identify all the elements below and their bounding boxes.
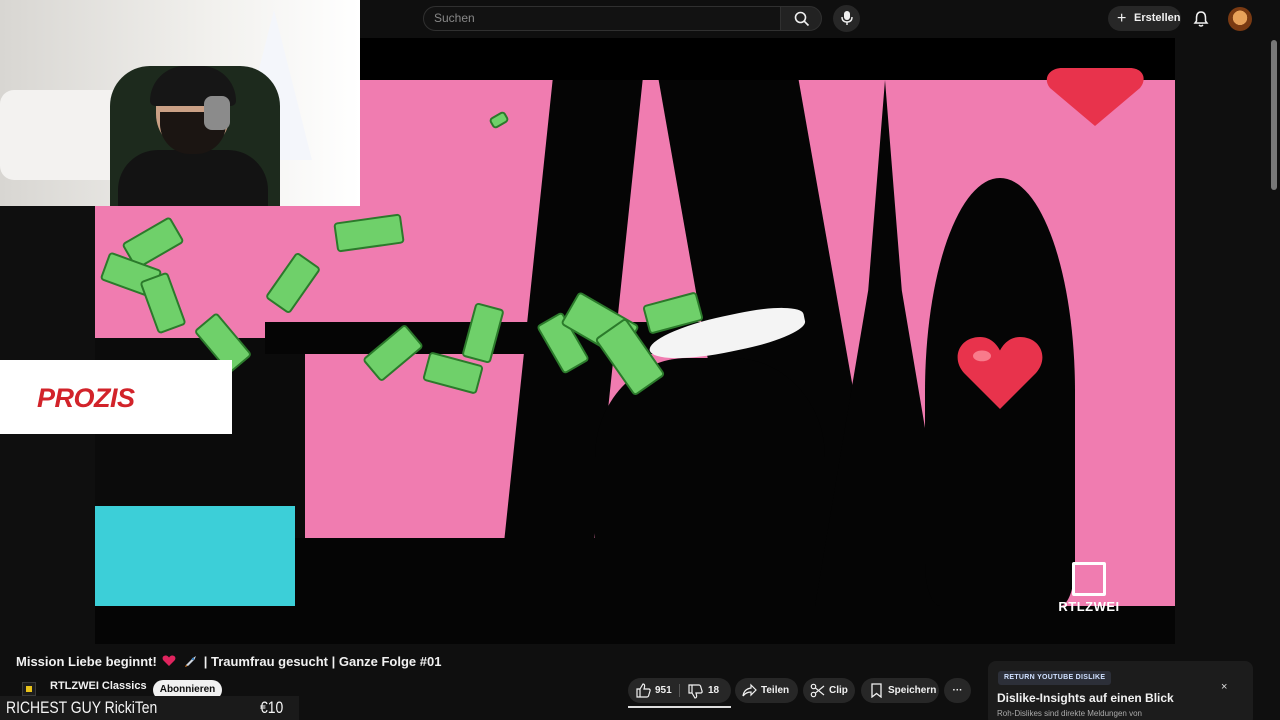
cathedral-silhouette xyxy=(595,358,825,606)
headset-icon xyxy=(204,96,230,130)
donor-name: RICHEST GUY RickiTen xyxy=(6,698,158,717)
donation-ticker: RICHEST GUY RickiTen €10 xyxy=(0,696,299,720)
dislike-count: 18 xyxy=(708,685,720,696)
heart-shape xyxy=(957,337,1043,409)
bookmark-icon xyxy=(871,683,882,698)
create-button-label: Erstellen xyxy=(1134,12,1181,24)
like-ratio-bar xyxy=(628,706,731,708)
save-label: Speichern xyxy=(888,685,937,696)
video-title-part2: | Traumfrau gesucht | Ganze Folge #01 xyxy=(203,654,442,669)
watermark-text: RTLZWEI xyxy=(1058,599,1120,614)
share-button[interactable]: Teilen xyxy=(735,678,798,703)
bottom-band xyxy=(95,606,1175,644)
clip-button[interactable]: Clip xyxy=(803,678,855,703)
video-scene-panel xyxy=(95,506,295,606)
like-dislike-group: 951 18 xyxy=(628,678,731,703)
create-button[interactable]: + Erstellen xyxy=(1108,6,1181,31)
streamer-body xyxy=(118,150,268,206)
webcam-overlay xyxy=(0,0,360,206)
share-label: Teilen xyxy=(761,685,790,696)
search-input[interactable]: Suchen xyxy=(423,6,781,31)
rocket-emoji-icon xyxy=(185,656,197,667)
like-count: 951 xyxy=(655,685,672,696)
rtl-logo-icon xyxy=(1072,562,1106,596)
video-title: Mission Liebe beginnt! | Traumfrau gesuc… xyxy=(16,654,441,669)
channel-name[interactable]: RTLZWEI Classics xyxy=(50,680,147,692)
heart-emoji-icon xyxy=(163,655,176,666)
search-button[interactable] xyxy=(780,6,822,31)
clip-label: Clip xyxy=(829,685,848,696)
bottom-city-silhouette xyxy=(295,538,615,606)
user-avatar[interactable] xyxy=(1228,7,1252,31)
share-icon xyxy=(742,683,757,697)
voice-search-button[interactable] xyxy=(833,5,860,32)
scissors-icon xyxy=(810,683,825,698)
card-subtitle: Roh-Dislikes sind direkte Meldungen von xyxy=(997,709,1142,718)
sponsor-banner: PROZIS xyxy=(0,360,232,434)
dislike-insights-card: RETURN YOUTUBE DISLIKE Dislike-Insights … xyxy=(988,661,1253,720)
save-button[interactable]: Speichern xyxy=(861,678,939,703)
microphone-icon xyxy=(841,11,853,25)
heart-shape-top xyxy=(1046,68,1144,126)
page-scrollbar[interactable] xyxy=(1271,40,1277,190)
more-icon: ··· xyxy=(952,685,963,696)
donation-amount: €10 xyxy=(260,698,284,717)
extension-badge: RETURN YOUTUBE DISLIKE xyxy=(998,671,1112,685)
channel-watermark: RTLZWEI xyxy=(1053,562,1125,614)
card-title: Dislike-Insights auf einen Blick xyxy=(997,691,1174,705)
plus-icon: + xyxy=(1117,10,1127,27)
close-icon[interactable]: × xyxy=(1221,681,1227,693)
thumbs-down-icon xyxy=(688,684,703,699)
thumbs-up-icon xyxy=(636,683,651,698)
more-actions-button[interactable]: ··· xyxy=(944,678,971,703)
like-button[interactable]: 951 xyxy=(628,678,679,703)
dislike-button[interactable]: 18 xyxy=(680,678,731,703)
notifications-bell-icon[interactable] xyxy=(1192,10,1210,28)
sponsor-logo-text: PROZIS xyxy=(37,383,135,413)
channel-avatar[interactable] xyxy=(22,682,36,696)
search-icon xyxy=(794,11,810,27)
streamer xyxy=(118,66,268,206)
video-title-part1: Mission Liebe beginnt! xyxy=(16,654,157,669)
